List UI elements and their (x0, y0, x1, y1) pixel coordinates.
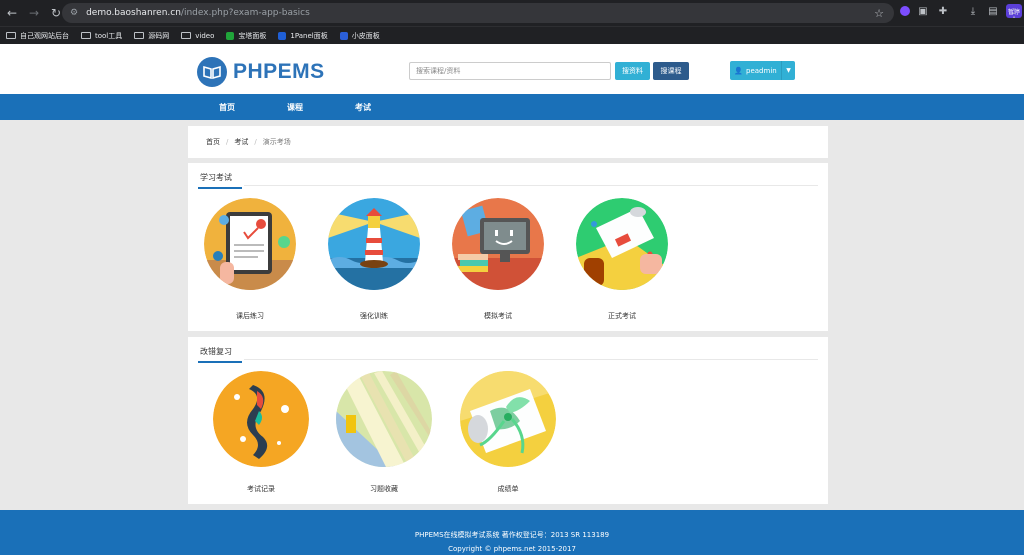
monitor-smile-icon (452, 198, 544, 290)
bookmark-item[interactable]: video (181, 32, 214, 40)
chevron-down-icon[interactable]: ▼ (781, 61, 795, 80)
bookmark-item[interactable]: 宝塔面板 (226, 31, 266, 41)
tile-label: 模拟考试 (484, 312, 512, 320)
download-icon[interactable]: ⤓ (966, 4, 980, 18)
browser-toolbar: ← → ↻ ⚙ demo.baoshanren.cn/index.php?exa… (0, 0, 1024, 26)
search-courses-button[interactable]: 搜课程 (653, 62, 689, 80)
back-icon[interactable]: ← (2, 3, 22, 23)
tile-formal-exam[interactable]: 正式考试 (574, 198, 670, 321)
tile-practice[interactable]: 课后练习 (202, 198, 298, 321)
user-menu-button[interactable]: 👤 peadmin ▼ (730, 61, 795, 80)
footer-registration: PHPEMS在线模拟考试系统 著作权登记号：2013 SR 113189 (414, 531, 610, 539)
logo-text: PHPEMS (233, 60, 325, 83)
user-name: peadmin (746, 66, 777, 75)
folder-icon (134, 32, 145, 39)
search-input[interactable] (409, 62, 611, 80)
study-exam-section: 学习考试 课后练习 强化训练 模拟考试 正式考试 (188, 163, 828, 331)
bookmark-star-icon[interactable]: ☆ (874, 7, 884, 20)
bookmark-item[interactable]: tool工具 (81, 31, 122, 41)
breadcrumb-current: 演示考场 (262, 138, 291, 146)
footer: PHPEMS在线模拟考试系统 著作权登记号：2013 SR 113189 Cop… (0, 510, 1024, 555)
footer-copyright: Copyright © phpems.net 2015-2017 (448, 545, 576, 553)
breadcrumb-separator: / (226, 138, 229, 146)
extension-icon[interactable]: ▣ (916, 4, 930, 18)
book-pages-icon (336, 371, 432, 467)
tile-label: 考试记录 (247, 485, 275, 493)
url-text: demo.baoshanren.cn/index.php?exam-app-ba… (86, 8, 310, 18)
tile-intensive-training[interactable]: 强化训练 (326, 198, 422, 321)
diploma-icon (576, 198, 668, 290)
onepanel-icon (278, 31, 287, 40)
tablet-quiz-icon (204, 198, 296, 290)
site-info-icon[interactable]: ⚙ (70, 8, 78, 18)
section-title: 学习考试 (198, 172, 242, 189)
search-materials-button[interactable]: 搜资料 (615, 62, 650, 80)
nav-item-home[interactable]: 首页 (219, 102, 235, 113)
user-icon: 👤 (734, 66, 744, 75)
bookmarks-bar: 自己观网站后台 tool工具 源码网 video 宝塔面板 1Panel面板 小… (0, 26, 1024, 44)
breadcrumb-home[interactable]: 首页 (206, 137, 220, 147)
site-header: PHPEMS 搜资料 搜课程 👤peadmin ▼ (0, 44, 1024, 94)
logo[interactable]: PHPEMS (197, 57, 325, 87)
bookmark-item[interactable]: 源码网 (134, 31, 169, 41)
extensions-puzzle-icon[interactable]: ✚ (936, 4, 950, 18)
tile-score-report[interactable]: 成绩单 (460, 371, 556, 494)
breadcrumb: 首页 / 考试 / 演示考场 (188, 126, 828, 158)
tile-label: 正式考试 (608, 312, 636, 320)
bookmark-item[interactable]: 小皮面板 (339, 31, 380, 41)
abstract-art-icon (213, 371, 309, 467)
breadcrumb-separator: / (254, 138, 257, 146)
breadcrumb-exams[interactable]: 考试 (234, 137, 248, 147)
section-title: 改错复习 (198, 346, 242, 363)
lighthouse-icon (328, 198, 420, 290)
tab-search-icon[interactable]: ▤ (986, 4, 1000, 18)
tile-label: 成绩单 (497, 485, 519, 493)
logo-book-icon (197, 57, 227, 87)
forward-icon[interactable]: → (24, 3, 44, 23)
tile-label: 课后练习 (236, 312, 264, 320)
menu-icon[interactable]: ⋮ (1008, 6, 1020, 20)
tile-mock-exam[interactable]: 模拟考试 (450, 198, 546, 321)
tile-label: 强化训练 (360, 312, 388, 320)
tile-question-favorites[interactable]: 习题收藏 (336, 371, 432, 494)
review-section: 改错复习 考试记录 习题收藏 成绩单 (188, 337, 828, 504)
tile-exam-records[interactable]: 考试记录 (213, 371, 309, 494)
xp-panel-icon (339, 31, 348, 40)
bookmark-item[interactable]: 1Panel面板 (278, 31, 328, 41)
folder-icon (6, 32, 16, 39)
main-nav: 首页 课程 考试 (0, 94, 1024, 120)
bt-panel-icon (226, 31, 235, 40)
extension-icon[interactable] (900, 6, 910, 16)
nav-item-courses[interactable]: 课程 (287, 102, 303, 113)
address-bar[interactable]: ⚙ demo.baoshanren.cn/index.php?exam-app-… (62, 3, 894, 23)
bookmark-item[interactable]: 自己观网站后台 (6, 31, 69, 41)
tile-label: 习题收藏 (370, 485, 398, 493)
folder-icon (81, 32, 91, 39)
scroll-ribbon-icon (460, 371, 556, 467)
nav-item-exams[interactable]: 考试 (355, 102, 371, 113)
folder-icon (181, 32, 192, 39)
